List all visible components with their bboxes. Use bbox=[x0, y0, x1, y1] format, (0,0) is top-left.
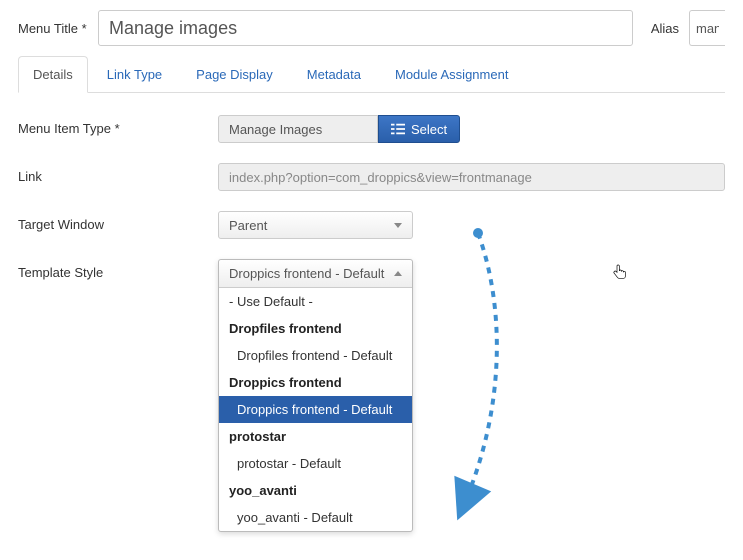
link-label: Link bbox=[18, 163, 218, 184]
template-style-current-text: Droppics frontend - Default bbox=[229, 266, 384, 281]
alias-wrap: Alias bbox=[651, 10, 725, 46]
template-style-current[interactable]: Droppics frontend - Default bbox=[219, 260, 412, 288]
optgroup-dropfiles: Dropfiles frontend bbox=[219, 315, 412, 342]
opt-use-default[interactable]: - Use Default - bbox=[219, 288, 412, 315]
select-type-button[interactable]: Select bbox=[378, 115, 460, 143]
tab-details[interactable]: Details bbox=[18, 56, 88, 93]
tabs: Details Link Type Page Display Metadata … bbox=[18, 56, 725, 93]
optgroup-protostar: protostar bbox=[219, 423, 412, 450]
template-style-options: - Use Default - Dropfiles frontend Dropf… bbox=[219, 288, 412, 531]
target-window-label: Target Window bbox=[18, 211, 218, 232]
row-menu-item-type: Menu Item Type Manage Images Select bbox=[18, 115, 725, 145]
menu-item-type-value: Manage Images bbox=[218, 115, 378, 143]
link-value: index.php?option=com_droppics&view=front… bbox=[218, 163, 725, 191]
select-btn-label: Select bbox=[411, 122, 447, 137]
alias-input[interactable] bbox=[689, 10, 725, 46]
chevron-down-icon bbox=[394, 223, 402, 228]
template-style-select-open[interactable]: Droppics frontend - Default - Use Defaul… bbox=[218, 259, 413, 532]
opt-dropfiles-default[interactable]: Dropfiles frontend - Default bbox=[219, 342, 412, 369]
menu-title-input[interactable] bbox=[98, 10, 633, 46]
tab-page-display[interactable]: Page Display bbox=[181, 56, 288, 93]
template-style-label: Template Style bbox=[18, 259, 218, 280]
list-icon bbox=[391, 122, 405, 136]
optgroup-yoo-avanti: yoo_avanti bbox=[219, 477, 412, 504]
tab-metadata[interactable]: Metadata bbox=[292, 56, 376, 93]
title-row: Menu Title Alias bbox=[18, 10, 725, 46]
opt-yoo-avanti-default[interactable]: yoo_avanti - Default bbox=[219, 504, 412, 531]
target-window-select[interactable]: Parent bbox=[218, 211, 413, 239]
chevron-up-icon bbox=[394, 271, 402, 276]
tab-link-type[interactable]: Link Type bbox=[92, 56, 177, 93]
menu-item-type-label: Menu Item Type bbox=[18, 115, 218, 136]
tab-module-assignment[interactable]: Module Assignment bbox=[380, 56, 523, 93]
cursor-hand-icon bbox=[612, 263, 628, 283]
opt-protostar-default[interactable]: protostar - Default bbox=[219, 450, 412, 477]
optgroup-droppics: Droppics frontend bbox=[219, 369, 412, 396]
row-template-style: Template Style Droppics frontend - Defau… bbox=[18, 259, 725, 532]
target-window-value: Parent bbox=[229, 218, 267, 233]
row-target-window: Target Window Parent bbox=[18, 211, 725, 241]
opt-droppics-default[interactable]: Droppics frontend - Default bbox=[219, 396, 412, 423]
row-link: Link index.php?option=com_droppics&view=… bbox=[18, 163, 725, 193]
alias-label: Alias bbox=[651, 21, 679, 36]
menu-title-label: Menu Title bbox=[18, 21, 98, 36]
